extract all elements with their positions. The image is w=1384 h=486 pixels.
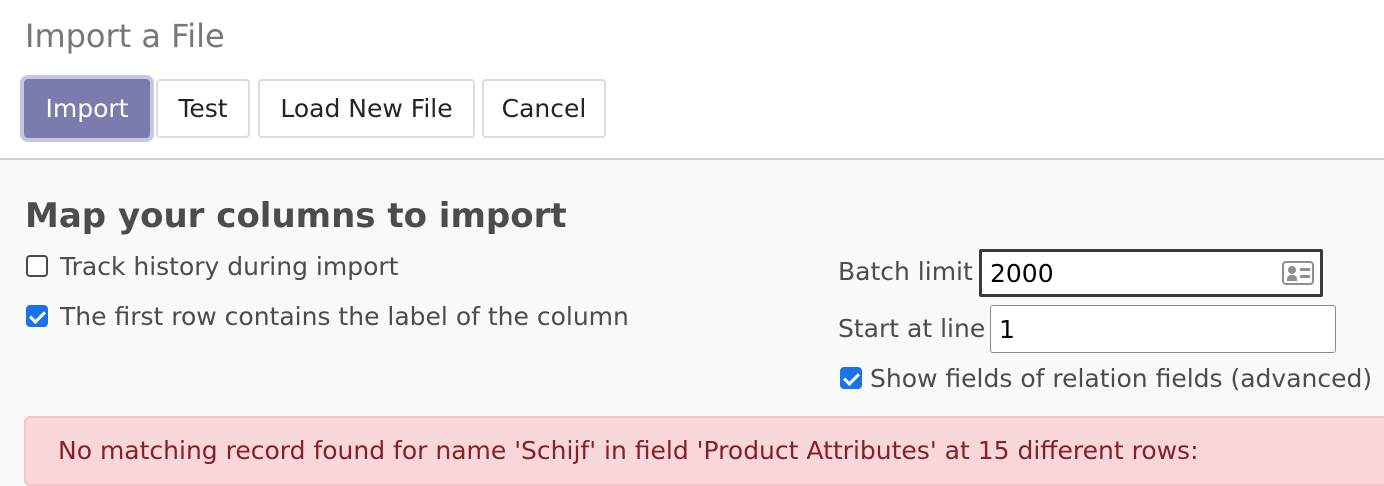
- batch-limit-input[interactable]: [979, 249, 1323, 297]
- section-title: Map your columns to import: [25, 196, 567, 236]
- show-relation-fields-label: Show fields of relation fields (advanced…: [870, 363, 1373, 393]
- first-row-header-label: The first row contains the label of the …: [60, 301, 629, 331]
- track-history-checkbox[interactable]: [26, 255, 48, 277]
- batch-limit-label: Batch limit: [838, 257, 973, 286]
- test-button[interactable]: Test: [156, 79, 250, 138]
- load-new-file-button[interactable]: Load New File: [258, 79, 475, 138]
- page-title: Import a File: [25, 17, 225, 55]
- start-at-line-input[interactable]: [990, 305, 1336, 353]
- control-panel: Import a File Import Test Load New File …: [0, 0, 1384, 160]
- show-relation-fields-checkbox[interactable]: [840, 367, 862, 389]
- cancel-button[interactable]: Cancel: [482, 79, 606, 138]
- track-history-option[interactable]: Track history during import: [26, 250, 398, 282]
- start-at-line-label: Start at line: [838, 314, 986, 343]
- import-button[interactable]: Import: [24, 79, 150, 138]
- track-history-label: Track history during import: [60, 251, 399, 281]
- error-message: No matching record found for name 'Schij…: [58, 436, 1199, 465]
- contact-card-icon[interactable]: [1282, 261, 1314, 285]
- show-relation-fields-option[interactable]: Show fields of relation fields (advanced…: [840, 362, 1372, 394]
- first-row-header-checkbox[interactable]: [26, 305, 48, 327]
- first-row-header-option[interactable]: The first row contains the label of the …: [26, 300, 629, 332]
